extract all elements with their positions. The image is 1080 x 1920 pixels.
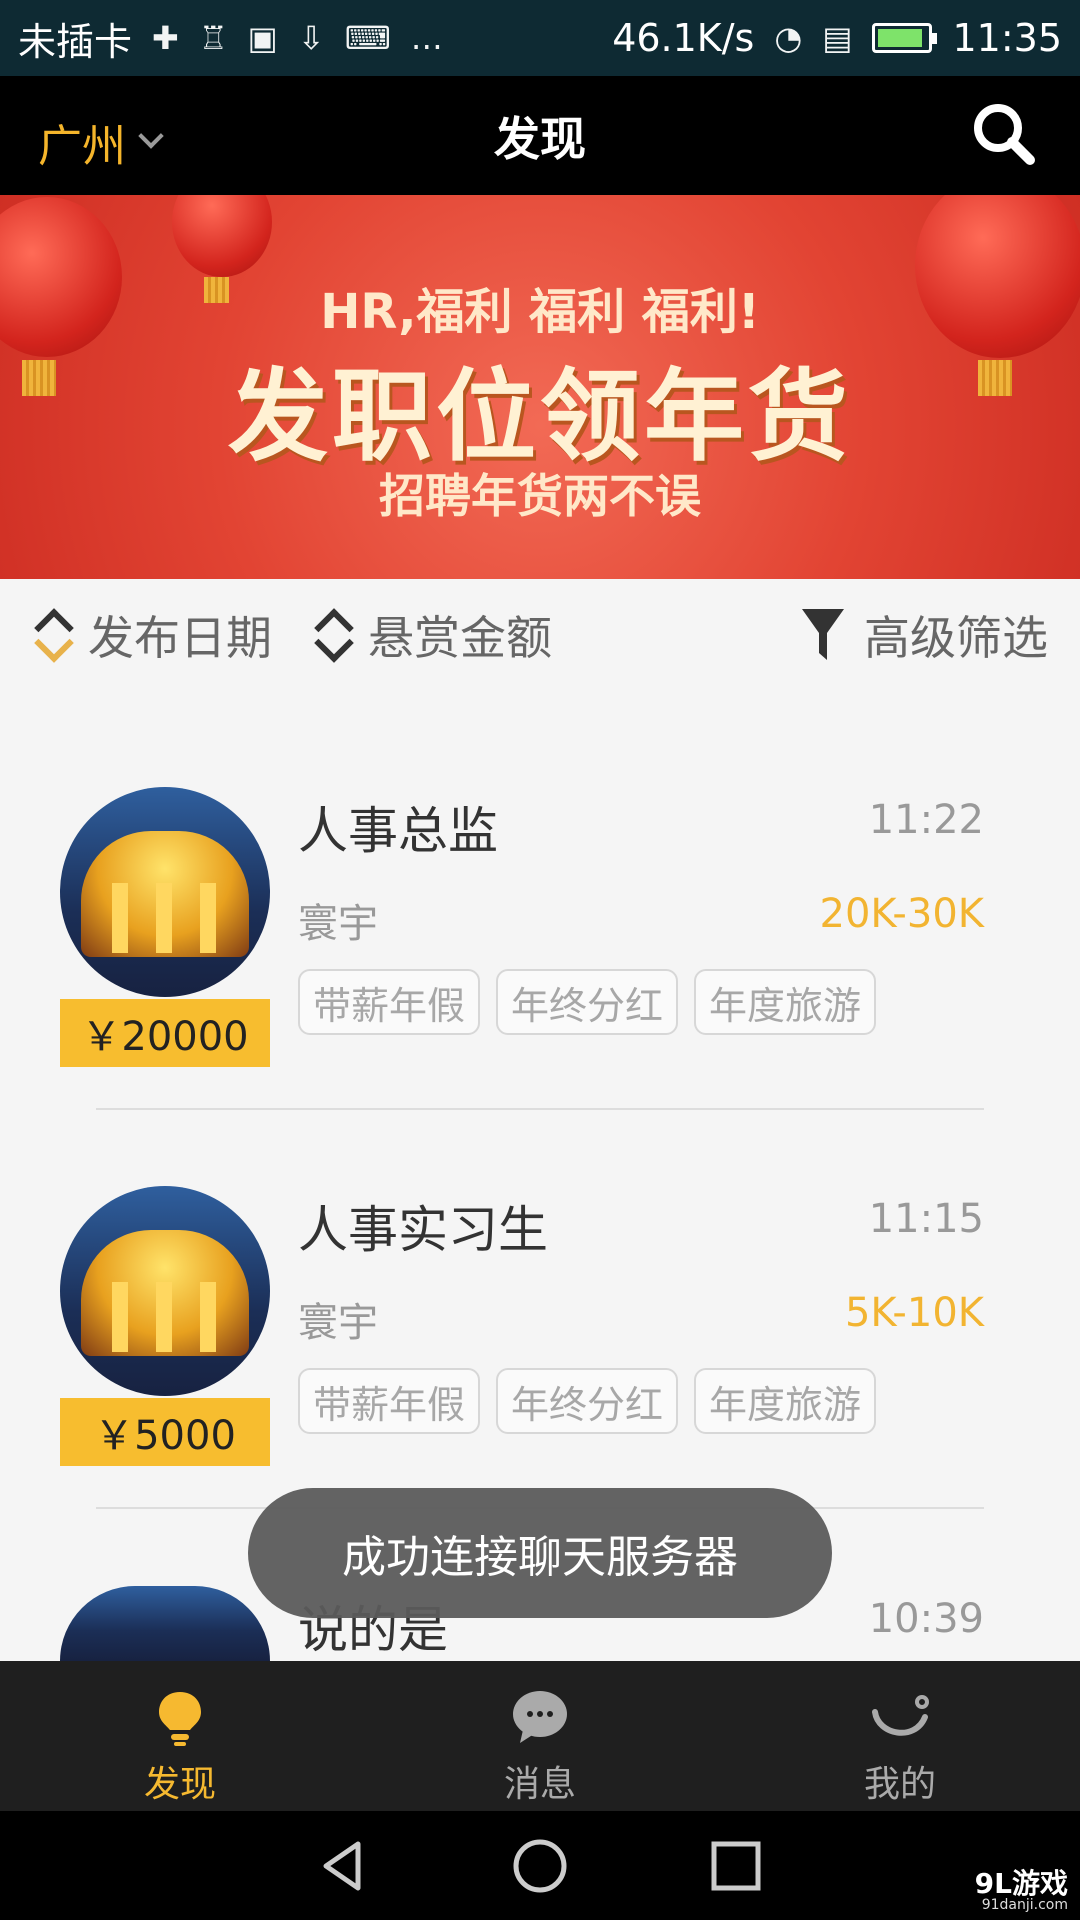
date-filter-label: 发布日期 bbox=[88, 611, 272, 665]
more-notifications-icon: … bbox=[410, 19, 443, 57]
city-label: 广州 bbox=[38, 121, 126, 172]
status-bar: 未插卡 ✚ ♖ ▣ ⇩ ⌨ … 46.1K/s ◔ ▤ 11:35 bbox=[0, 0, 1080, 76]
sort-icon bbox=[312, 609, 352, 661]
app-header: 广州 发现 bbox=[0, 76, 1080, 195]
battery-level bbox=[878, 29, 922, 47]
benefit-tags: 带薪年假 年终分红 年度旅游 bbox=[298, 969, 877, 1035]
tab-mine[interactable]: 我的 bbox=[720, 1661, 1080, 1811]
benefit-tags: 带薪年假 年终分红 年度旅游 bbox=[298, 1368, 877, 1434]
salary-range: 20K-30K bbox=[819, 891, 985, 937]
lightbulb-icon bbox=[159, 1692, 201, 1746]
benefit-tag: 年终分红 bbox=[496, 969, 679, 1035]
watermark: 9L游戏 91danji.com bbox=[974, 1867, 1068, 1913]
building-column bbox=[156, 883, 172, 953]
watermark-sub: 91danji.com bbox=[981, 1897, 1068, 1913]
company-avatar bbox=[60, 1586, 270, 1661]
advanced-filter[interactable]: 高级筛选 bbox=[800, 602, 1048, 668]
job-time: 10:39 bbox=[868, 1596, 984, 1642]
benefit-tag: 带薪年假 bbox=[298, 969, 481, 1035]
bottom-tab-bar: 发现 消息 我的 bbox=[0, 1661, 1080, 1811]
system-navigation-bar: 9L游戏 91danji.com bbox=[0, 1811, 1080, 1920]
reward-badge: ￥20000 bbox=[60, 999, 270, 1067]
sort-icon bbox=[32, 609, 72, 661]
company-name: 寰宇 bbox=[298, 1300, 378, 1346]
job-card[interactable]: ￥20000 人事总监 11:22 寰宇 20K-30K 带薪年假 年终分红 年… bbox=[0, 787, 1080, 1187]
banner-tagline: 招聘年货两不误 bbox=[379, 469, 701, 523]
search-icon[interactable] bbox=[970, 100, 1038, 168]
network-speed: 46.1K/s bbox=[612, 16, 755, 60]
toast-message: 成功连接聊天服务器 bbox=[248, 1488, 832, 1618]
company-avatar bbox=[60, 1186, 270, 1396]
tab-messages-label: 消息 bbox=[503, 1764, 576, 1805]
home-icon[interactable] bbox=[512, 1838, 568, 1894]
tab-discover-label: 发现 bbox=[143, 1764, 216, 1805]
benefit-tag: 年终分红 bbox=[496, 1368, 679, 1434]
image-icon: ▣ bbox=[247, 19, 278, 57]
chat-bubble-icon bbox=[513, 1691, 567, 1743]
city-selector[interactable]: 广州 bbox=[38, 110, 164, 174]
banner-subtitle: HR,福利 福利 福利! bbox=[320, 284, 760, 340]
advanced-filter-label: 高级筛选 bbox=[864, 611, 1048, 665]
wifi-icon: ◔ bbox=[774, 19, 803, 57]
smile-icon bbox=[872, 1695, 929, 1736]
job-title: 人事总监 bbox=[298, 802, 498, 860]
chevron-down-icon bbox=[138, 123, 164, 149]
building-column bbox=[112, 1282, 128, 1352]
recent-apps-icon[interactable] bbox=[708, 1838, 764, 1894]
page-title: 发现 bbox=[494, 111, 586, 166]
tab-discover[interactable]: 发现 bbox=[0, 1661, 360, 1811]
job-time: 11:22 bbox=[868, 797, 984, 843]
company-avatar bbox=[60, 787, 270, 997]
benefit-tag: 带薪年假 bbox=[298, 1368, 481, 1434]
job-title: 人事实习生 bbox=[298, 1201, 548, 1259]
banner-headline: 发职位领年货 bbox=[228, 358, 852, 475]
job-time: 11:15 bbox=[868, 1196, 984, 1242]
benefit-tag: 年度旅游 bbox=[694, 1368, 877, 1434]
notification-app-icon: ✚ bbox=[152, 19, 179, 57]
sim-icon: ▤ bbox=[822, 19, 853, 57]
tab-messages[interactable]: 消息 bbox=[360, 1661, 720, 1811]
benefit-tag: 年度旅游 bbox=[694, 969, 877, 1035]
building-column bbox=[156, 1282, 172, 1352]
back-icon[interactable] bbox=[316, 1838, 372, 1894]
filter-bar: 发布日期 悬赏金额 高级筛选 bbox=[0, 579, 1080, 691]
lantern-icon bbox=[172, 195, 272, 277]
building-column bbox=[200, 1282, 216, 1352]
battery-icon bbox=[872, 23, 938, 53]
list-divider bbox=[96, 1108, 984, 1110]
building-column bbox=[112, 883, 128, 953]
android-icon: ♖ bbox=[198, 19, 228, 57]
carrier-label: 未插卡 bbox=[18, 19, 133, 64]
reward-badge: ￥5000 bbox=[60, 1398, 270, 1466]
salary-range: 5K-10K bbox=[844, 1290, 984, 1336]
company-name: 寰宇 bbox=[298, 901, 378, 947]
sort-by-reward[interactable]: 悬赏金额 bbox=[312, 602, 552, 668]
sort-by-date[interactable]: 发布日期 bbox=[32, 602, 272, 668]
filter-funnel-icon bbox=[802, 609, 844, 660]
status-time: 11:35 bbox=[952, 16, 1062, 60]
download-icon: ⇩ bbox=[297, 19, 325, 57]
reward-filter-label: 悬赏金额 bbox=[368, 611, 552, 665]
tab-mine-label: 我的 bbox=[863, 1764, 936, 1805]
building-column bbox=[200, 883, 216, 953]
keyboard-icon: ⌨ bbox=[344, 19, 391, 57]
promo-banner[interactable]: HR,福利 福利 福利! 发职位领年货 招聘年货两不误 bbox=[0, 195, 1080, 579]
watermark-main: 9L游戏 bbox=[974, 1867, 1068, 1900]
